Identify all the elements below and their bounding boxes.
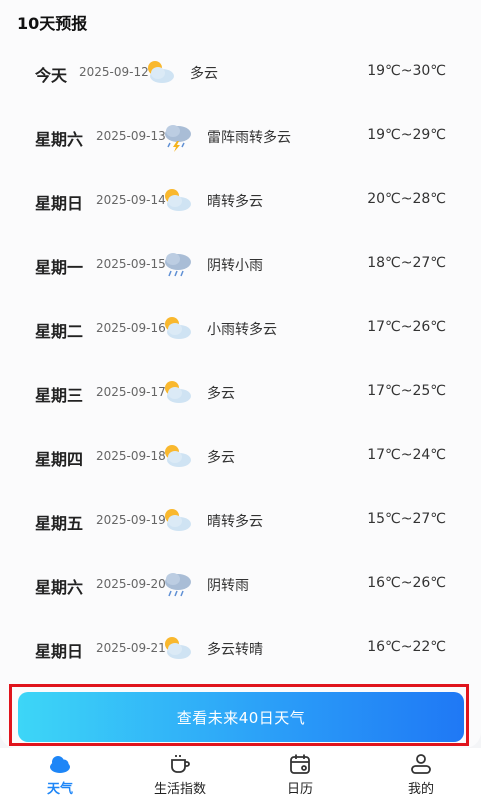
person-icon [409,752,433,776]
temp-range: 16℃~22℃ [367,639,446,655]
tab-profile[interactable]: 我的 [361,748,481,800]
condition-label: 雷阵雨转多云 [207,130,291,146]
date-label: 2025-09-13 [96,129,166,143]
tab-label: 天气 [46,782,73,797]
rain-icon [161,248,193,280]
partly-cloudy-icon [161,504,193,536]
temp-range: 19℃~29℃ [367,127,446,143]
condition-label: 晴转多云 [207,194,263,210]
date-label: 2025-09-14 [96,193,166,207]
temp-range: 17℃~26℃ [367,319,446,335]
date-label: 2025-09-15 [96,257,166,271]
calendar-icon [288,752,312,776]
day-label: 星期日 [35,642,84,661]
partly-cloudy-icon [161,184,193,216]
condition-label: 多云 [207,386,235,402]
rain-icon [161,568,193,600]
date-label: 2025-09-12 [79,65,149,79]
forecast-row[interactable]: 星期四 2025-09-18 多云 17℃~24℃ [0,436,481,476]
date-label: 2025-09-18 [96,449,166,463]
condition-label: 阴转小雨 [207,258,263,274]
forecast-row[interactable]: 星期日 2025-09-14 晴转多云 20℃~28℃ [0,180,481,220]
date-label: 2025-09-20 [96,577,166,591]
date-label: 2025-09-17 [96,385,166,399]
forecast-row[interactable]: 星期日 2025-09-21 多云转晴 16℃~22℃ [0,628,481,668]
partly-cloudy-icon [161,312,193,344]
date-label: 2025-09-16 [96,321,166,335]
forecast-row[interactable]: 星期五 2025-09-19 晴转多云 15℃~27℃ [0,500,481,540]
forecast-row[interactable]: 星期一 2025-09-15 阴转小雨 18℃~27℃ [0,244,481,284]
temp-range: 16℃~26℃ [367,575,446,591]
condition-label: 多云转晴 [207,642,263,658]
tab-label: 生活指数 [153,782,206,797]
partly-cloudy-icon [161,440,193,472]
date-label: 2025-09-21 [96,641,166,655]
day-label: 今天 [35,66,68,85]
tab-life-index[interactable]: 生活指数 [120,748,240,800]
thunder-rain-icon [161,120,193,152]
tab-label: 我的 [407,782,434,797]
condition-label: 小雨转多云 [207,322,277,338]
view-40-day-forecast-button[interactable]: 查看未来40日天气 [18,692,464,742]
condition-label: 阴转雨 [207,578,249,594]
forecast-row[interactable]: 星期二 2025-09-16 小雨转多云 17℃~26℃ [0,308,481,348]
tab-weather[interactable]: 天气 [0,748,120,800]
temp-range: 17℃~24℃ [367,447,446,463]
temp-range: 20℃~28℃ [367,191,446,207]
day-label: 星期二 [35,322,84,341]
cloud-icon [48,752,72,776]
day-label: 星期四 [35,450,84,469]
partly-cloudy-icon [161,632,193,664]
forecast-card: 10天预报 今天 2025-09-12 多云 19℃~30℃ 星期六 2025-… [0,0,481,748]
partly-cloudy-icon [144,56,176,88]
forecast-row[interactable]: 星期六 2025-09-13 雷阵雨转多云 19℃~29℃ [0,116,481,156]
condition-label: 多云 [207,450,235,466]
temp-range: 15℃~27℃ [367,511,446,527]
tab-calendar[interactable]: 日历 [240,748,360,800]
section-title: 10天预报 [17,14,88,33]
condition-label: 多云 [190,66,218,82]
forecast-row[interactable]: 星期三 2025-09-17 多云 17℃~25℃ [0,372,481,412]
temp-range: 19℃~30℃ [367,63,446,79]
bottom-tab-bar: 天气 生活指数 日历 我的 [0,748,481,800]
day-label: 星期六 [35,578,84,597]
day-label: 星期一 [35,258,84,277]
day-label: 星期三 [35,386,84,405]
forecast-row[interactable]: 今天 2025-09-12 多云 19℃~30℃ [0,52,481,92]
day-label: 星期日 [35,194,84,213]
tab-label: 日历 [286,782,313,797]
cup-icon [168,752,192,776]
condition-label: 晴转多云 [207,514,263,530]
temp-range: 17℃~25℃ [367,383,446,399]
day-label: 星期六 [35,130,84,149]
date-label: 2025-09-19 [96,513,166,527]
partly-cloudy-icon [161,376,193,408]
day-label: 星期五 [35,514,84,533]
temp-range: 18℃~27℃ [367,255,446,271]
forecast-row[interactable]: 星期六 2025-09-20 阴转雨 16℃~26℃ [0,564,481,604]
